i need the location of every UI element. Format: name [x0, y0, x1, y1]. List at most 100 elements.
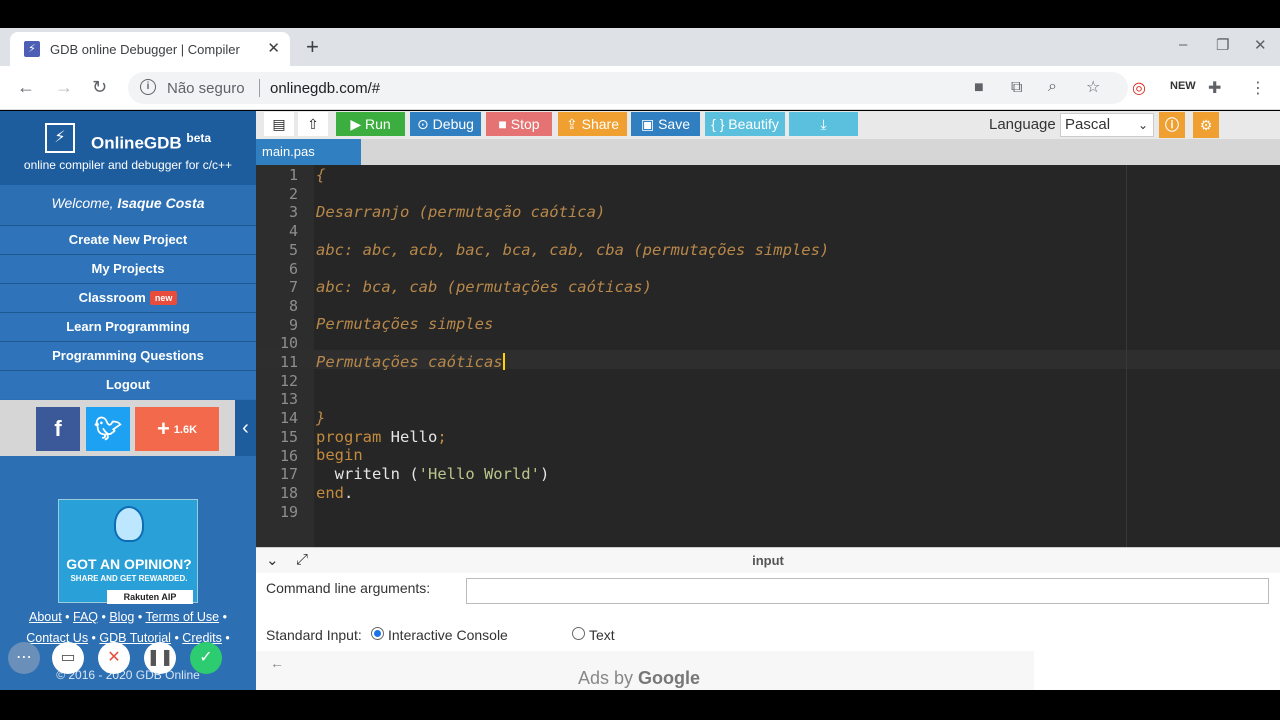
welcome-prefix: Welcome, — [51, 195, 118, 211]
ide-toolbar: ▤ ⇧ ▶ Run ⊙ Debug ■ Stop ⇪ Share ▣ Save … — [256, 111, 1280, 139]
debug-button[interactable]: ⊙ Debug — [410, 112, 481, 136]
close-paren: ) — [539, 465, 550, 483]
settings-gear-icon[interactable]: ⚙ — [1193, 112, 1219, 138]
more-icon[interactable]: ⋯ — [8, 642, 40, 674]
menu-icon[interactable]: ⋮ — [1250, 78, 1266, 98]
line-number: 9 — [288, 315, 298, 334]
io-panel-header: ⌄ ⤢ input — [256, 547, 1280, 573]
run-button[interactable]: ▶ Run — [336, 112, 405, 136]
webcam-icon[interactable]: ▭ — [52, 642, 84, 674]
twitter-icon[interactable]: 🐦︎ — [86, 407, 130, 451]
browser-tab[interactable]: ⚡ GDB online Debugger | Compiler ✕ — [10, 32, 290, 66]
contact-link[interactable]: Contact Us — [26, 631, 88, 645]
line-number: 12 — [279, 371, 298, 390]
lightbulb-icon — [114, 506, 144, 542]
ide-main: ▤ ⇧ ▶ Run ⊙ Debug ■ Stop ⇪ Share ▣ Save … — [256, 111, 1280, 690]
about-link[interactable]: About — [29, 610, 62, 624]
translate-icon[interactable]: ⧉ — [1011, 79, 1022, 97]
line-number: 4 — [288, 222, 298, 241]
footer-row-1: About • FAQ • Blog • Terms of Use • — [29, 610, 227, 624]
text-input-label[interactable]: Text — [589, 627, 615, 643]
sidebar-ad[interactable]: GOT AN OPINION? SHARE AND GET REWARDED. … — [58, 499, 198, 604]
terms-link[interactable]: Terms of Use — [145, 610, 219, 624]
sidebar-item-classroom[interactable]: Classroom new — [0, 283, 256, 312]
upload-icon[interactable]: ⇧ — [298, 112, 328, 136]
code-line-9: Permutações simples — [316, 315, 494, 333]
onlinegdb-favicon-icon: ⚡ — [24, 41, 40, 57]
sidebar-item-learn-programming[interactable]: Learn Programming — [0, 312, 256, 341]
sidebar-item-logout[interactable]: Logout — [0, 370, 256, 399]
zoom-icon[interactable]: ⌕ — [1048, 78, 1057, 96]
code-line-15: program Hello; — [316, 428, 447, 446]
download-icon[interactable]: ⤓ — [789, 112, 858, 136]
share-label: Share — [581, 116, 619, 132]
restore-button[interactable]: ❐ — [1216, 36, 1229, 54]
minimize-button[interactable]: – — [1179, 36, 1187, 53]
code-line-14: } — [316, 409, 326, 427]
stop-button[interactable]: ■ Stop — [486, 112, 552, 136]
sidebar-item-my-projects[interactable]: My Projects — [0, 254, 256, 283]
blog-link[interactable]: Blog — [109, 610, 134, 624]
file-tab-main[interactable]: main.pas — [256, 139, 361, 165]
line-number: 11 — [279, 353, 298, 371]
sidebar-item-programming-questions[interactable]: Programming Questions — [0, 341, 256, 370]
code-line-7: abc: bca, cab (permutações caóticas) — [316, 278, 652, 296]
share-button[interactable]: ⇪ Share — [558, 112, 627, 136]
footer-row-2: Contact Us • GDB Tutorial • Credits • — [26, 631, 230, 645]
semicolon: ; — [437, 428, 447, 446]
line-number: 17 — [279, 465, 298, 484]
save-label: Save — [658, 116, 691, 132]
line-number: 3 — [288, 203, 298, 222]
beautify-button[interactable]: { } Beautify — [705, 112, 785, 136]
share-plus-button[interactable]: +1.6K — [135, 407, 219, 451]
interactive-console-label[interactable]: Interactive Console — [388, 627, 508, 643]
faq-link[interactable]: FAQ — [73, 610, 98, 624]
code-line-11: Permutações caóticas — [316, 353, 505, 371]
writeln-call: writeln ( — [316, 465, 419, 483]
text-input-radio[interactable] — [572, 627, 585, 640]
new-file-icon[interactable]: ▤ — [264, 112, 294, 136]
close-window-button[interactable]: ✕ — [1254, 36, 1267, 54]
camera-icon[interactable]: ■ — [974, 79, 984, 97]
extension-color-icon[interactable]: ◎ — [1132, 78, 1146, 98]
collapse-sidebar-icon[interactable]: ‹ — [235, 400, 256, 456]
logo-icon[interactable]: ⚡ — [45, 123, 75, 153]
reload-icon[interactable]: ↻ — [92, 77, 107, 98]
ads-brand: Google — [638, 668, 701, 688]
sidebar-item-create-project[interactable]: Create New Project — [0, 225, 256, 254]
sidebar-header: ⚡ OnlineGDB beta online compiler and deb… — [0, 111, 256, 185]
line-number: 16 — [279, 446, 298, 465]
url-text[interactable]: onlinegdb.com/# — [270, 80, 380, 97]
info-button-icon[interactable]: ⓘ — [1159, 112, 1185, 138]
new-icon[interactable]: NEW — [1170, 80, 1196, 92]
save-button[interactable]: ▣ Save — [631, 112, 700, 136]
insecure-label[interactable]: Não seguro — [167, 80, 245, 97]
line-number: 18 — [279, 483, 298, 502]
pause-icon[interactable]: ❚❚ — [144, 642, 176, 674]
new-tab-button[interactable]: + — [306, 34, 319, 60]
interactive-console-radio[interactable] — [371, 627, 384, 640]
share-count: 1.6K — [173, 424, 198, 436]
cmd-args-label: Command line arguments: — [266, 580, 431, 596]
back-arrow-icon[interactable]: ← — [17, 77, 35, 98]
cmd-args-input[interactable] — [466, 578, 1269, 604]
language-select[interactable]: Pascal ⌄ — [1060, 113, 1154, 137]
code-editor[interactable]: 1 2 3 4 5 6 7 8 9 10 11 12 13 14 15 16 17 18 19 { Desarran… — [256, 165, 1280, 547]
line-number: 7 — [288, 278, 298, 297]
info-icon[interactable]: i — [140, 79, 156, 95]
puzzle-icon[interactable]: ✚ — [1208, 78, 1221, 98]
ads-back-arrow-icon[interactable]: ← — [270, 655, 284, 671]
address-bar[interactable]: i Não seguro onlinegdb.com/# ■ ⧉ ⌕ ☆ — [128, 72, 1128, 104]
cancel-recording-icon[interactable]: ✕ — [98, 642, 130, 674]
run-label: Run — [364, 116, 391, 132]
tab-close-icon[interactable]: ✕ — [267, 39, 280, 57]
print-margin — [1126, 165, 1127, 547]
facebook-icon[interactable]: f — [36, 407, 80, 451]
ads-by-google[interactable]: Ads by Google — [578, 668, 700, 689]
finish-recording-icon[interactable]: ✓ — [190, 642, 222, 674]
brand-name[interactable]: OnlineGDB beta — [91, 131, 211, 154]
forward-arrow-icon[interactable]: → — [55, 77, 73, 98]
line-number: 8 — [288, 296, 298, 315]
io-panel-label: input — [752, 553, 784, 568]
star-icon[interactable]: ☆ — [1086, 77, 1100, 97]
